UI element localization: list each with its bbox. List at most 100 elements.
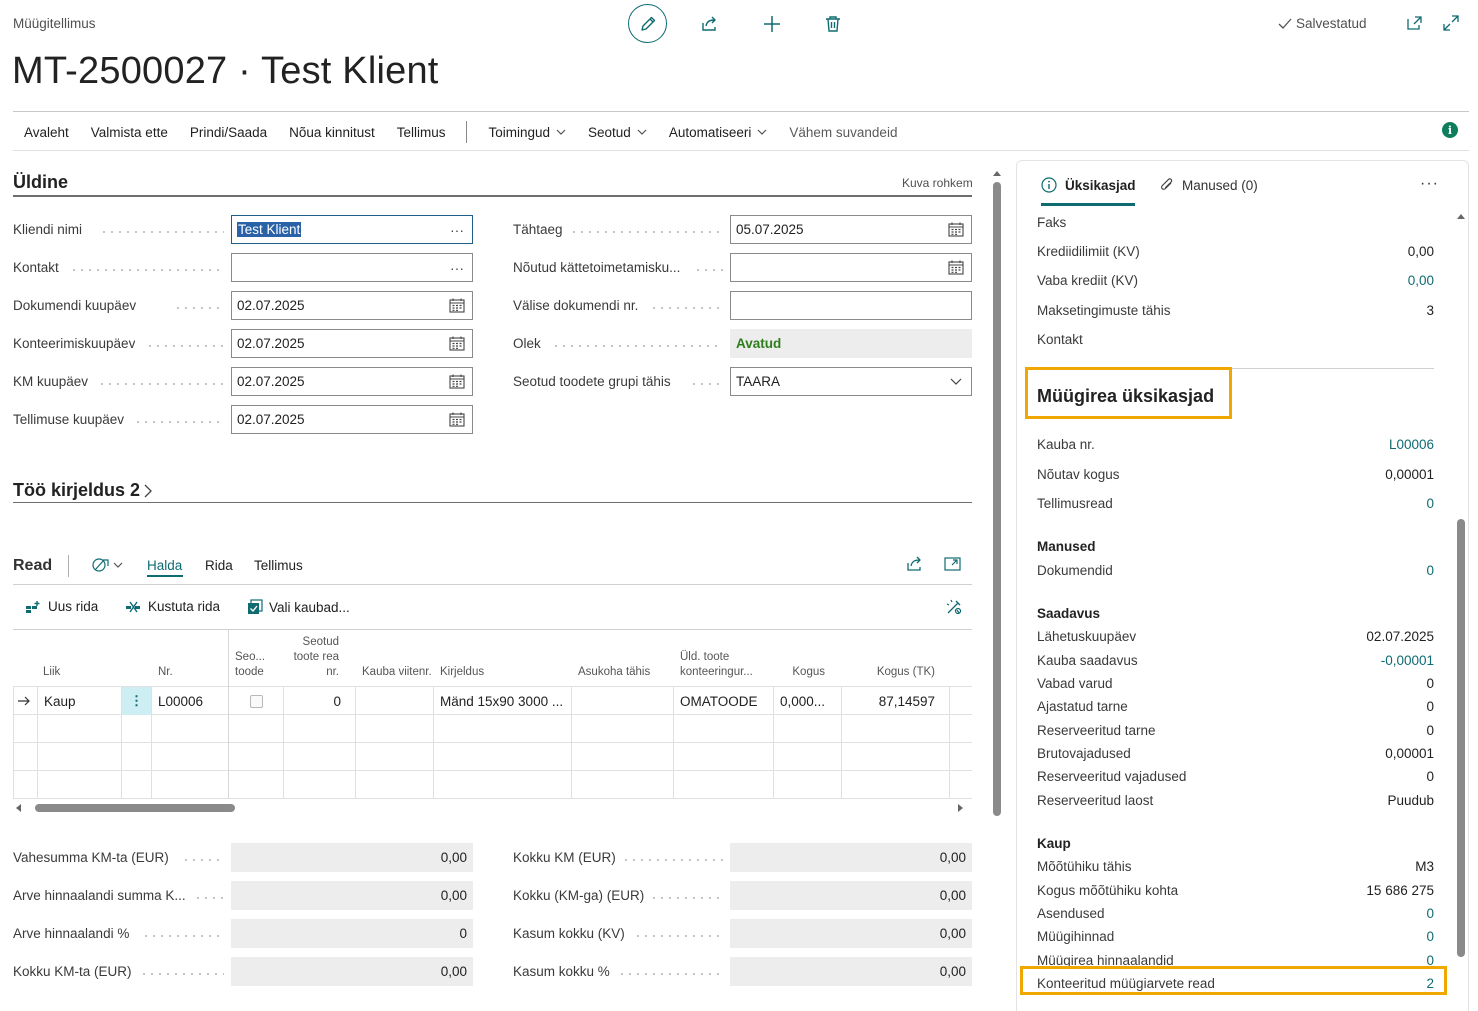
work-description-section[interactable]: Töö kirjeldus 2 xyxy=(13,480,152,501)
fb-row-reserved-requirements: Reserveeritud vajadused 0 xyxy=(1037,769,1434,784)
fb-value-link[interactable]: L00006 xyxy=(1389,437,1434,452)
posting-date-value: 02.07.2025 xyxy=(237,336,305,351)
calendar-icon[interactable] xyxy=(447,296,467,316)
factbox-tab-attachments-label: Manused (0) xyxy=(1182,177,1258,193)
action-label: Tellimus xyxy=(396,124,446,140)
fb-value-link[interactable]: 0,00 xyxy=(1408,273,1434,288)
fb-value: 0,00001 xyxy=(1385,746,1434,761)
contact-field[interactable]: ··· xyxy=(231,253,473,282)
cell-quantity[interactable]: 0,000... xyxy=(774,687,841,715)
cell-type[interactable]: Kaup xyxy=(38,687,121,715)
chevron-down-icon[interactable] xyxy=(946,372,966,392)
factbox-scrollbar[interactable] xyxy=(1455,209,1467,1009)
tab-order[interactable]: Tellimus xyxy=(254,558,303,573)
column-header-item-reference[interactable]: Kauba viitenr. xyxy=(356,630,433,686)
delete-button[interactable] xyxy=(813,4,853,44)
cell-location[interactable] xyxy=(572,687,673,715)
leader-dots xyxy=(618,973,723,975)
new-button[interactable] xyxy=(752,4,792,44)
column-header-linked-item[interactable]: Seo... toode xyxy=(229,630,283,686)
calendar-icon[interactable] xyxy=(447,372,467,392)
order-date-field[interactable]: 02.07.2025 xyxy=(231,405,473,434)
expand-button[interactable] xyxy=(1436,8,1466,38)
action-fewer-options[interactable]: Vähem suvandeid xyxy=(778,125,908,140)
delete-line-button[interactable]: Kustuta rida xyxy=(125,599,220,614)
due-date-field[interactable]: 05.07.2025 xyxy=(730,215,972,244)
action-prepare[interactable]: Valmista ette xyxy=(80,125,179,140)
vat-date-field[interactable]: 02.07.2025 xyxy=(231,367,473,396)
action-automate-menu[interactable]: Automatiseeri xyxy=(658,125,779,140)
column-header-location[interactable]: Asukoha tähis xyxy=(572,630,673,686)
show-more-link[interactable]: Kuva rohkem xyxy=(902,176,973,190)
share-button[interactable] xyxy=(690,4,730,44)
cell-item-reference[interactable] xyxy=(356,687,433,715)
lines-horizontal-scrollbar[interactable] xyxy=(13,801,972,815)
factbox-tab-attachments[interactable]: Manused (0) xyxy=(1160,177,1258,193)
calendar-icon[interactable] xyxy=(946,258,966,278)
scrollbar-thumb[interactable] xyxy=(993,182,1001,816)
fb-value-link[interactable]: 0 xyxy=(1426,929,1434,944)
column-header-quantity[interactable]: Kogus xyxy=(774,630,841,686)
column-header-quantity-tk[interactable]: Kogus (TK) xyxy=(842,630,949,686)
fb-value: 0 xyxy=(1426,723,1434,738)
linked-item-checkbox[interactable] xyxy=(249,694,263,708)
document-date-field[interactable]: 02.07.2025 xyxy=(231,291,473,320)
scroll-right-arrow[interactable] xyxy=(956,804,964,812)
cell-quantity-tk[interactable]: 87,14597 xyxy=(842,687,949,715)
lines-title: Read xyxy=(13,557,53,574)
related-product-group-select[interactable]: TAARA xyxy=(730,367,972,396)
scroll-up-arrow[interactable] xyxy=(993,170,1001,177)
cell-linked-line-no[interactable]: 0 xyxy=(284,687,355,715)
select-items-button[interactable]: Vali kaubad... xyxy=(247,599,350,615)
cell-posting-group[interactable]: OMATOODE xyxy=(674,687,773,715)
posting-date-field[interactable]: 02.07.2025 xyxy=(231,329,473,358)
column-header-no[interactable]: Nr. xyxy=(152,630,228,686)
column-header-linked-line-no[interactable]: Seotud toote rea nr. xyxy=(284,630,355,686)
general-section-title[interactable]: Üldine xyxy=(13,172,68,193)
factbox-more-button[interactable]: ··· xyxy=(1420,175,1439,193)
cell-linked-item[interactable] xyxy=(229,687,283,715)
scrollbar-thumb[interactable] xyxy=(35,804,235,812)
column-header-posting-group[interactable]: Üld. toote konteeringur... xyxy=(674,630,773,686)
fb-value-link[interactable]: 0 xyxy=(1426,563,1434,578)
fb-value-link[interactable]: 0 xyxy=(1426,496,1434,511)
action-print-send[interactable]: Prindi/Saada xyxy=(179,125,278,140)
action-actions-menu[interactable]: Toimingud xyxy=(477,125,577,140)
total-vat-value: 0,00 xyxy=(730,843,972,872)
cell-description[interactable]: Mänd 15x90 3000 ... xyxy=(434,687,571,715)
lines-share-button[interactable] xyxy=(906,556,924,572)
calendar-icon[interactable] xyxy=(447,334,467,354)
action-request-approval[interactable]: Nõua kinnitust xyxy=(278,125,386,140)
external-document-no-field[interactable] xyxy=(730,291,972,320)
fb-value-link[interactable]: 0 xyxy=(1426,906,1434,921)
scroll-left-arrow[interactable] xyxy=(15,804,23,812)
page-vertical-scrollbar[interactable] xyxy=(990,166,1004,826)
new-line-button[interactable]: Uus rida xyxy=(25,599,98,614)
ellipsis-icon[interactable]: ··· xyxy=(447,258,467,278)
calendar-icon[interactable] xyxy=(946,220,966,240)
scroll-up-arrow[interactable] xyxy=(1457,213,1465,220)
lines-expand-button[interactable] xyxy=(944,556,962,572)
tab-line[interactable]: Rida xyxy=(205,558,233,573)
column-header-description[interactable]: Kirjeldus xyxy=(434,630,571,686)
info-icon[interactable]: i xyxy=(1442,122,1458,138)
ellipsis-icon[interactable]: ··· xyxy=(447,220,467,240)
action-label: Toimingud xyxy=(488,124,551,140)
customer-name-field[interactable]: Test Klient ··· xyxy=(231,215,473,244)
row-actions-button[interactable]: ⋮ xyxy=(122,687,151,715)
lines-personalize-button[interactable] xyxy=(945,598,963,616)
factbox-tab-details[interactable]: Üksikasjad xyxy=(1041,177,1136,193)
cell-no[interactable]: L00006 xyxy=(152,687,228,715)
fb-value-link[interactable]: -0,00001 xyxy=(1381,653,1434,668)
requested-delivery-date-field[interactable] xyxy=(730,253,972,282)
scrollbar-thumb[interactable] xyxy=(1457,519,1465,957)
lines-views-button[interactable] xyxy=(92,557,123,573)
tab-manage[interactable]: Halda xyxy=(147,558,182,573)
column-header-type[interactable]: Liik xyxy=(37,630,133,686)
edit-button[interactable] xyxy=(628,4,667,43)
calendar-icon[interactable] xyxy=(447,410,467,430)
open-in-new-window-button[interactable] xyxy=(1400,8,1430,38)
action-order[interactable]: Tellimus xyxy=(386,125,457,140)
action-related-menu[interactable]: Seotud xyxy=(577,125,658,140)
action-home[interactable]: Avaleht xyxy=(13,125,80,140)
